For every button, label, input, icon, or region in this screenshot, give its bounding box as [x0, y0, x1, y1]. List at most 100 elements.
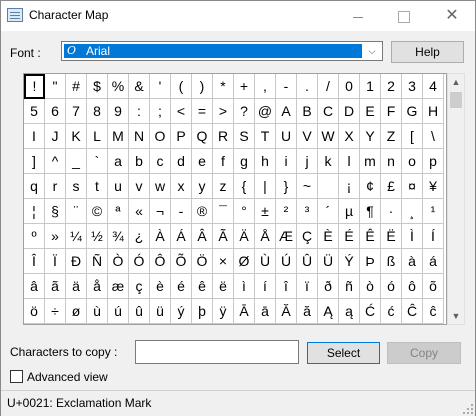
- character-cell[interactable]: *: [213, 74, 234, 99]
- character-cell[interactable]: m: [360, 149, 381, 174]
- advanced-view-label[interactable]: Advanced view: [27, 370, 108, 384]
- help-button[interactable]: Help: [391, 41, 464, 63]
- character-cell[interactable]: 9: [108, 99, 129, 124]
- character-cell[interactable]: Ā: [234, 299, 255, 324]
- character-cell[interactable]: F: [381, 99, 402, 124]
- character-cell[interactable]: þ: [192, 299, 213, 324]
- character-cell[interactable]: ½: [87, 224, 108, 249]
- font-dropdown[interactable]: O Arial ⌵: [61, 41, 383, 61]
- character-cell[interactable]: S: [234, 124, 255, 149]
- character-cell[interactable]: é: [171, 274, 192, 299]
- character-cell[interactable]: N: [129, 124, 150, 149]
- character-cell[interactable]: è: [150, 274, 171, 299]
- scrollbar-thumb[interactable]: [450, 92, 462, 108]
- character-cell[interactable]: B: [297, 99, 318, 124]
- character-cell[interactable]: æ: [108, 274, 129, 299]
- character-cell[interactable]: ó: [381, 274, 402, 299]
- character-cell[interactable]: Â: [192, 224, 213, 249]
- character-cell[interactable]: <: [171, 99, 192, 124]
- character-cell[interactable]: Ü: [318, 249, 339, 274]
- character-cell[interactable]: Û: [297, 249, 318, 274]
- character-cell[interactable]: ß: [381, 249, 402, 274]
- character-cell[interactable]: p: [423, 149, 444, 174]
- character-cell[interactable]: 0: [339, 74, 360, 99]
- character-cell[interactable]: ü: [150, 299, 171, 324]
- scroll-down-icon[interactable]: ▼: [448, 308, 464, 324]
- character-cell[interactable]: 3: [402, 74, 423, 99]
- character-cell[interactable]: ]: [24, 149, 45, 174]
- vertical-scrollbar[interactable]: ▲ ▼: [447, 73, 465, 325]
- character-cell[interactable]: r: [45, 174, 66, 199]
- character-cell[interactable]: ä: [66, 274, 87, 299]
- character-cell[interactable]: .: [297, 74, 318, 99]
- character-cell[interactable]: ą: [339, 299, 360, 324]
- character-cell[interactable]: h: [255, 149, 276, 174]
- character-cell[interactable]: Ã: [213, 224, 234, 249]
- character-cell[interactable]: Ì: [402, 224, 423, 249]
- character-cell[interactable]: È: [318, 224, 339, 249]
- minimize-button[interactable]: [335, 1, 381, 31]
- character-cell[interactable]: í: [255, 274, 276, 299]
- character-cell[interactable]: û: [129, 299, 150, 324]
- character-cell[interactable]: E: [360, 99, 381, 124]
- character-cell[interactable]: ": [45, 74, 66, 99]
- character-cell[interactable]: ù: [87, 299, 108, 324]
- character-cell[interactable]: Ë: [381, 224, 402, 249]
- character-cell[interactable]: R: [213, 124, 234, 149]
- character-cell[interactable]: 6: [45, 99, 66, 124]
- character-cell[interactable]: ´: [318, 199, 339, 224]
- character-cell[interactable]: ð: [318, 274, 339, 299]
- character-cell[interactable]: K: [66, 124, 87, 149]
- character-cell[interactable]: d: [171, 149, 192, 174]
- character-cell[interactable]: Þ: [360, 249, 381, 274]
- character-cell[interactable]: L: [87, 124, 108, 149]
- character-cell[interactable]: ã: [45, 274, 66, 299]
- character-cell[interactable]: £: [381, 174, 402, 199]
- character-cell[interactable]: T: [255, 124, 276, 149]
- character-cell[interactable]: ¶: [360, 199, 381, 224]
- character-cell[interactable]: Ò: [108, 249, 129, 274]
- character-cell[interactable]: Y: [360, 124, 381, 149]
- character-cell[interactable]: ³: [297, 199, 318, 224]
- character-cell[interactable]: Ú: [276, 249, 297, 274]
- character-cell[interactable]: G: [402, 99, 423, 124]
- character-cell[interactable]: {: [234, 174, 255, 199]
- character-cell[interactable]: I: [24, 124, 45, 149]
- character-cell[interactable]: (: [171, 74, 192, 99]
- character-cell[interactable]: ®: [192, 199, 213, 224]
- character-cell[interactable]: ×: [213, 249, 234, 274]
- character-cell[interactable]: à: [402, 249, 423, 274]
- character-cell[interactable]: Æ: [276, 224, 297, 249]
- character-cell[interactable]: å: [87, 274, 108, 299]
- character-cell[interactable]: Ï: [45, 249, 66, 274]
- character-cell[interactable]: ¹: [423, 199, 444, 224]
- character-cell[interactable]: n: [381, 149, 402, 174]
- character-cell[interactable]: ā: [255, 299, 276, 324]
- character-cell[interactable]: ¦: [24, 199, 45, 224]
- character-cell[interactable]: ¡: [339, 174, 360, 199]
- character-cell[interactable]: ±: [255, 199, 276, 224]
- character-cell[interactable]: Ô: [150, 249, 171, 274]
- character-cell[interactable]: º: [24, 224, 45, 249]
- select-button[interactable]: Select: [307, 342, 380, 364]
- character-cell[interactable]: ¼: [66, 224, 87, 249]
- character-cell[interactable]: ?: [234, 99, 255, 124]
- character-cell[interactable]: â: [24, 274, 45, 299]
- character-cell[interactable]: ñ: [339, 274, 360, 299]
- character-cell[interactable]: ă: [297, 299, 318, 324]
- character-cell[interactable]: ¿: [129, 224, 150, 249]
- character-cell[interactable]: ': [150, 74, 171, 99]
- character-cell[interactable]: M: [108, 124, 129, 149]
- character-cell[interactable]: _: [66, 149, 87, 174]
- character-cell[interactable]: Ä: [234, 224, 255, 249]
- character-cell[interactable]: Ć: [360, 299, 381, 324]
- character-cell[interactable]: U: [276, 124, 297, 149]
- character-cell[interactable]: 4: [423, 74, 444, 99]
- resize-grip-icon[interactable]: [463, 404, 473, 414]
- character-cell[interactable]: [318, 174, 339, 199]
- character-cell[interactable]: Å: [255, 224, 276, 249]
- character-cell[interactable]: ¢: [360, 174, 381, 199]
- character-cell[interactable]: /: [318, 74, 339, 99]
- character-cell[interactable]: ĉ: [423, 299, 444, 324]
- character-cell[interactable]: É: [339, 224, 360, 249]
